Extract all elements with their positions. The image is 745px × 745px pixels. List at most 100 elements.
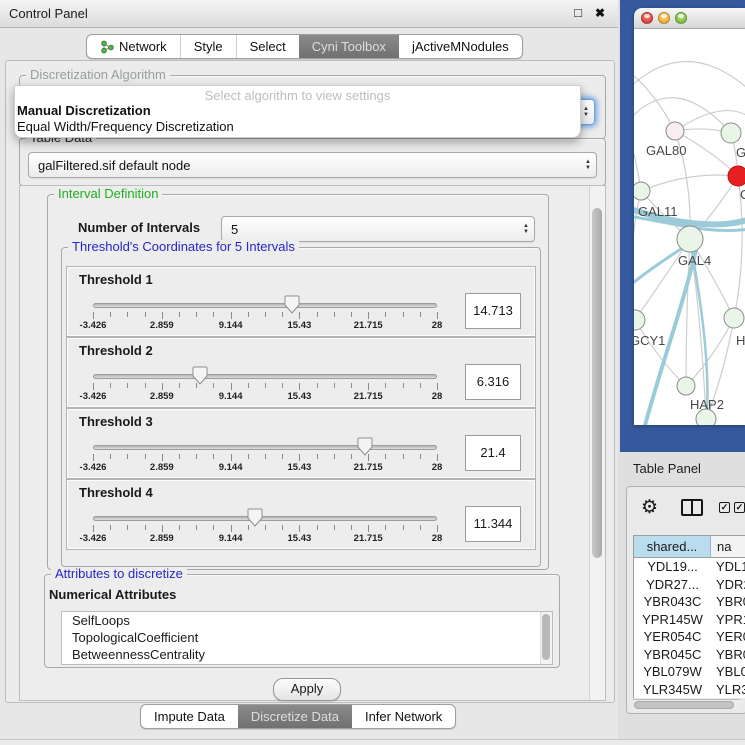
tab-label: jActiveMNodules <box>412 39 509 54</box>
bottom-tab-discretize-data[interactable]: Discretize Data <box>238 705 352 728</box>
tab-label: Discretize Data <box>251 709 339 724</box>
slider-handle[interactable] <box>357 437 373 456</box>
node-attribute-table: shared...na YDL19...YDL1YDR27...YDR2YBR0… <box>633 535 745 698</box>
slider-tick <box>162 454 163 461</box>
close-window-icon[interactable]: ✖ <box>592 5 608 21</box>
threshold-row-3: Threshold 3-3.4262.8599.14415.4321.71528… <box>66 408 536 479</box>
slider-track[interactable] <box>93 374 437 379</box>
table-column-header-shared[interactable]: shared... <box>634 536 711 557</box>
table-row[interactable]: YLR345WYLR3 <box>634 681 745 699</box>
network-edge[interactable] <box>641 175 738 191</box>
close-traffic-light-icon[interactable] <box>641 12 653 24</box>
threshold-slider[interactable]: -3.4262.8599.14415.4321.71528 <box>67 338 459 407</box>
minimize-traffic-light-icon[interactable] <box>658 12 670 24</box>
attribute-item-betweennesscentrality[interactable]: BetweennessCentrality <box>62 646 552 663</box>
network-window-titlebar[interactable] <box>634 8 745 29</box>
slider-tick-label: 9.144 <box>219 533 243 544</box>
slider-tick <box>437 312 438 319</box>
tab-jactivemnodules[interactable]: jActiveMNodules <box>399 35 522 58</box>
network-node-gal11[interactable] <box>634 182 650 200</box>
bottom-tab-impute-data[interactable]: Impute Data <box>141 705 238 728</box>
network-node-hap2[interactable] <box>677 377 695 395</box>
gear-icon[interactable]: ⚙ <box>641 495 658 521</box>
slider-tick <box>351 525 352 530</box>
network-node-ga[interactable] <box>721 123 741 143</box>
arrow-up-icon: ▲ <box>585 160 591 165</box>
network-edge[interactable] <box>634 61 745 89</box>
table-row[interactable]: YPR145WYPR1 <box>634 611 745 629</box>
table-row[interactable]: YBL079WYBL0 <box>634 663 745 681</box>
bottom-tab-infer-network[interactable]: Infer Network <box>352 705 455 728</box>
threshold-value-field[interactable]: 21.4 <box>465 435 521 471</box>
table-row[interactable]: YBR043CYBR0 <box>634 593 745 611</box>
slider-tick <box>317 454 318 459</box>
table-row[interactable]: YDL19...YDL1 <box>634 558 745 576</box>
slider-tick <box>248 383 249 388</box>
threshold-slider[interactable]: -3.4262.8599.14415.4321.71528 <box>67 267 459 336</box>
settings-scrollpane: Interval Definition Number of Intervals … <box>19 185 606 701</box>
threshold-value-field[interactable]: 14.713 <box>465 293 521 329</box>
checkbox-icon[interactable]: ✓ <box>734 502 745 513</box>
network-node-h[interactable] <box>724 308 744 328</box>
table-cell: YBR043C <box>634 593 711 611</box>
slider-tick <box>231 525 232 532</box>
slider-handle[interactable] <box>284 295 300 314</box>
scrollbar-thumb[interactable] <box>634 701 734 709</box>
network-edge-highlighted[interactable] <box>634 247 684 287</box>
arrow-up-icon: ▲ <box>583 107 589 112</box>
threshold-slider[interactable]: -3.4262.8599.14415.4321.71528 <box>67 480 459 549</box>
slider-tick <box>196 312 197 317</box>
table-column-header[interactable]: na <box>711 536 745 557</box>
top-tab-bar: NetworkStyle Select Cyni Toolbox jActiveMNo… <box>86 34 523 59</box>
table-horizontal-scrollbar[interactable] <box>633 699 740 710</box>
scrollbar-thumb[interactable] <box>592 208 602 558</box>
table-row[interactable]: YER054CYER0 <box>634 628 745 646</box>
threshold-value-field[interactable]: 11.344 <box>465 506 521 542</box>
tab-select[interactable]: Select <box>236 35 299 58</box>
table-data-combobox-value: galFiltered.sif default node <box>29 158 580 173</box>
slider-tick-label: -3.426 <box>80 533 107 544</box>
split-columns-icon[interactable] <box>681 499 703 516</box>
zoom-traffic-light-icon[interactable] <box>675 12 687 24</box>
table-data-combobox[interactable]: galFiltered.sif default node ▲ ▼ <box>28 152 597 178</box>
attribute-item-selfloops[interactable]: SelfLoops <box>62 612 552 629</box>
slider-tick <box>110 312 111 317</box>
network-node-gal80[interactable] <box>666 122 684 140</box>
checkbox-icon[interactable]: ✓ <box>719 502 730 513</box>
icon-node <box>102 48 107 53</box>
tab-network[interactable]: Network <box>87 35 180 58</box>
float-window-icon[interactable]: □ <box>570 5 586 21</box>
network-canvas[interactable]: GAL80GACGAL11GAL4GCY1HHAP2 <box>634 29 745 425</box>
attributes-list-scrollbar[interactable] <box>540 612 552 664</box>
table-row[interactable]: YBR045CYBR0 <box>634 646 745 664</box>
network-node-gcy1[interactable] <box>634 310 645 330</box>
tab-label: Select <box>250 39 286 54</box>
slider-handle[interactable] <box>247 508 263 527</box>
network-node-c[interactable] <box>728 166 745 186</box>
threshold-value-field[interactable]: 6.316 <box>465 364 521 400</box>
slider-tick-label: 28 <box>432 320 443 331</box>
slider-tick <box>368 525 369 532</box>
scrollbar-thumb[interactable] <box>542 614 550 660</box>
slider-track[interactable] <box>93 445 437 450</box>
attribute-item-topologicalcoefficient[interactable]: TopologicalCoefficient <box>62 629 552 646</box>
tab-style[interactable]: Style <box>180 35 236 58</box>
network-node-gal4[interactable] <box>677 226 703 252</box>
slider-handle[interactable] <box>192 366 208 385</box>
tab-cyni-toolbox[interactable]: Cyni Toolbox <box>299 35 399 58</box>
slider-track[interactable] <box>93 303 437 308</box>
threshold-slider[interactable]: -3.4262.8599.14415.4321.71528 <box>67 409 459 478</box>
table-row[interactable]: YDR27...YDR2 <box>634 576 745 594</box>
slider-tick <box>179 454 180 459</box>
slider-tick-label: 9.144 <box>219 462 243 473</box>
slider-tick <box>110 454 111 459</box>
cyni-toolbox-panel: Discretization Algorithm ▲ ▼ Select algo… <box>5 60 615 703</box>
slider-tick <box>110 383 111 388</box>
apply-button[interactable]: Apply <box>273 678 341 701</box>
algorithm-option-manual-discretization[interactable]: Manual Discretization <box>15 103 580 119</box>
numerical-attributes-list[interactable]: SelfLoopsTopologicalCoefficientBetweenne… <box>61 611 553 665</box>
main-vertical-scrollbar[interactable] <box>589 186 605 700</box>
slider-tick <box>145 383 146 388</box>
slider-track[interactable] <box>93 516 437 521</box>
algorithm-option-equal-width-frequency-discretization[interactable]: Equal Width/Frequency Discretization <box>15 119 580 135</box>
